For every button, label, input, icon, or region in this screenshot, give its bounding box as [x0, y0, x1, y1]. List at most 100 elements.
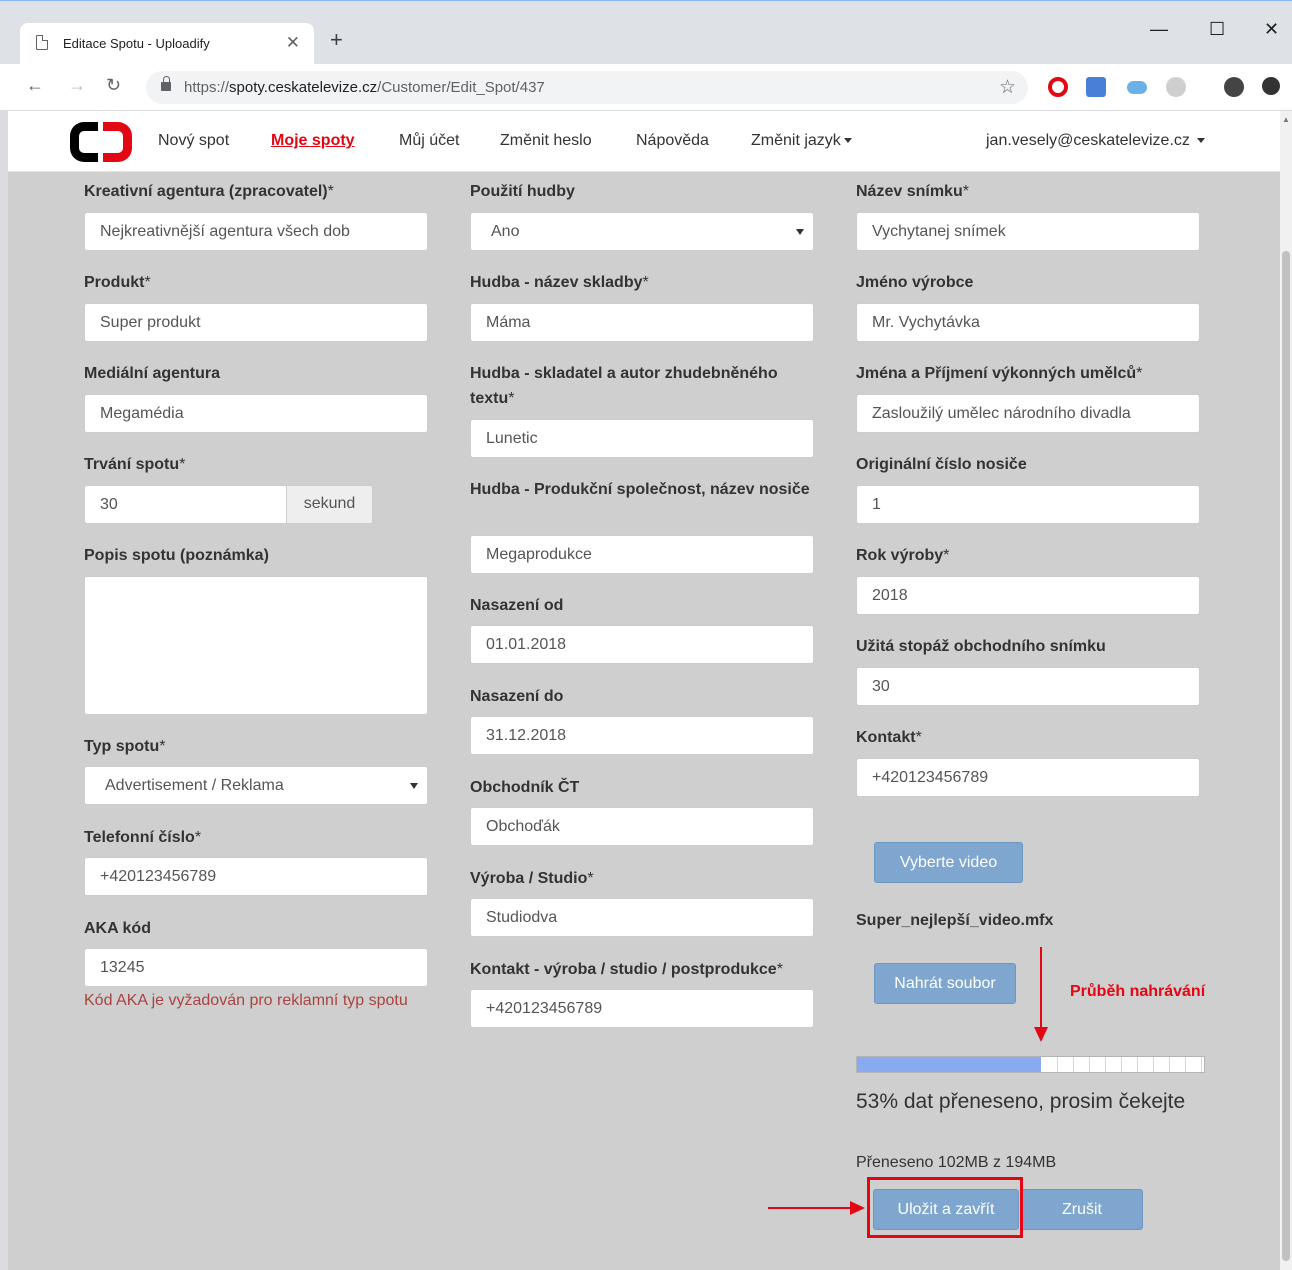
window-close-icon[interactable]: ✕: [1264, 19, 1279, 40]
music-title-input[interactable]: Máma: [470, 303, 814, 342]
new-tab-icon[interactable]: +: [330, 29, 343, 51]
bookmark-star-icon[interactable]: ☆: [999, 76, 1016, 99]
label-artists: Jména a Příjmení výkonných umělců*: [856, 365, 1143, 382]
maximize-icon[interactable]: ☐: [1209, 19, 1225, 40]
label-from: Nasazení od: [470, 597, 564, 614]
nav-language[interactable]: Změnit jazyk: [751, 132, 852, 150]
page-scrollbar[interactable]: ▲: [1280, 111, 1292, 1270]
label-creative-agency: Kreativní agentura (zpracovatel)*: [84, 183, 334, 200]
creative-agency-input[interactable]: Nejkreativnější agentura všech dob: [84, 212, 428, 251]
label-duration: Trvání spotu*: [84, 456, 186, 473]
select-arrow-icon: [410, 783, 418, 789]
lock-icon: [161, 76, 171, 91]
artists-input[interactable]: Zasloužilý umělec národního divadla: [856, 394, 1200, 433]
footage-input[interactable]: 30: [856, 667, 1200, 706]
tab-title: Editace Spotu - Uploadify: [63, 36, 210, 51]
browser-tab[interactable]: Editace Spotu - Uploadify ✕: [20, 23, 314, 65]
ct-logo[interactable]: [70, 122, 132, 162]
label-recording-name: Název snímku*: [856, 183, 969, 200]
upload-progress-bar: [856, 1056, 1205, 1073]
carrier-input[interactable]: 1: [856, 485, 1200, 524]
uploaded-filename: Super_nejlepší_video.mfx: [856, 912, 1054, 929]
translate-icon[interactable]: [1086, 77, 1106, 97]
date-from-input[interactable]: 01.01.2018: [470, 625, 814, 664]
select-video-button[interactable]: Vyberte video: [874, 842, 1023, 883]
caret-down-icon: [843, 138, 852, 144]
aka-input[interactable]: 13245: [84, 948, 428, 987]
label-trader: Obchodník ČT: [470, 779, 580, 796]
nav-change-password[interactable]: Změnit heslo: [500, 132, 592, 150]
upload-file-button[interactable]: Nahrát soubor: [874, 963, 1016, 1004]
label-music-title: Hudba - název skladby*: [470, 274, 649, 291]
progress-segment: [1105, 1057, 1106, 1072]
avatar[interactable]: [1224, 77, 1244, 97]
nav-user-menu[interactable]: jan.vesely@ceskatelevize.cz: [986, 132, 1205, 150]
label-spot-type: Typ spotu*: [84, 738, 166, 755]
label-music-composer: Hudba - skladatel a autor zhudebněného t…: [470, 365, 778, 407]
arrow-down-icon: [1034, 947, 1048, 1042]
label-footage: Užitá stopáž obchodního snímku: [856, 638, 1106, 655]
progress-segment: [1153, 1057, 1154, 1072]
studio-contact-input[interactable]: +420123456789: [470, 989, 814, 1028]
phone-input[interactable]: +420123456789: [84, 857, 428, 896]
nav-help[interactable]: Nápověda: [636, 132, 709, 150]
back-icon[interactable]: ←: [26, 75, 44, 96]
close-icon[interactable]: ✕: [286, 33, 300, 53]
scroll-thumb[interactable]: [1282, 251, 1290, 1261]
description-textarea[interactable]: [84, 576, 428, 715]
page: Nový spot Moje spoty Můj účet Změnit hes…: [8, 111, 1280, 1270]
music-company-input[interactable]: Megaprodukce: [470, 535, 814, 574]
address-bar[interactable]: https://spoty.ceskatelevize.cz/Customer/…: [146, 71, 1028, 104]
contact-input[interactable]: +420123456789: [856, 758, 1200, 797]
upload-progress-annotation: Průběh nahrávání: [1070, 983, 1206, 1000]
recording-name-input[interactable]: Vychytanej snímek: [856, 212, 1200, 251]
nav-my-spots[interactable]: Moje spoty: [271, 132, 355, 150]
label-year: Rok výroby*: [856, 547, 950, 564]
progress-segment: [1201, 1057, 1202, 1072]
browser-toolbar: ← → ↻ https://spoty.ceskatelevize.cz/Cus…: [0, 64, 1292, 111]
duration-unit: sekund: [286, 485, 373, 524]
transferred-text: Přeneseno 102MB z 194MB: [856, 1154, 1057, 1171]
music-composer-input[interactable]: Lunetic: [470, 419, 814, 458]
cancel-button[interactable]: Zrušit: [1021, 1189, 1143, 1230]
scroll-up-icon[interactable]: ▲: [1282, 115, 1290, 124]
duration-input[interactable]: 30: [84, 485, 287, 524]
reload-icon[interactable]: ↻: [106, 75, 121, 96]
progress-segment: [1073, 1057, 1074, 1072]
nav-my-account[interactable]: Můj účet: [399, 132, 459, 150]
url-text: https://spoty.ceskatelevize.cz/Customer/…: [184, 79, 545, 96]
save-highlight-frame: [867, 1177, 1023, 1238]
progress-fill: [857, 1057, 1041, 1072]
label-studio: Výroba / Studio*: [470, 870, 594, 887]
browser-tabstrip: Editace Spotu - Uploadify ✕ + — ☐ ✕: [0, 0, 1292, 65]
cloud-icon[interactable]: [1127, 81, 1147, 94]
progress-segment: [1089, 1057, 1090, 1072]
page-icon: [36, 35, 48, 50]
label-media-agency: Mediální agentura: [84, 365, 221, 382]
year-input[interactable]: 2018: [856, 576, 1200, 615]
arrow-right-icon: [768, 1201, 865, 1215]
site-navbar: Nový spot Moje spoty Můj účet Změnit hes…: [8, 111, 1280, 172]
spot-type-select[interactable]: Advertisement / Reklama: [84, 766, 428, 805]
studio-input[interactable]: Studiodva: [470, 898, 814, 937]
label-studio-contact: Kontakt - výroba / studio / postprodukce…: [470, 961, 783, 978]
producer-input[interactable]: Mr. Vychytávka: [856, 303, 1200, 342]
nav-new-spot[interactable]: Nový spot: [158, 132, 229, 150]
media-agency-input[interactable]: Megamédia: [84, 394, 428, 433]
label-product: Produkt*: [84, 274, 151, 291]
opera-icon[interactable]: [1048, 77, 1068, 97]
trader-input[interactable]: Obchoďák: [470, 807, 814, 846]
product-input[interactable]: Super produkt: [84, 303, 428, 342]
date-to-input[interactable]: 31.12.2018: [470, 716, 814, 755]
label-aka: AKA kód: [84, 920, 151, 937]
select-arrow-icon: [796, 229, 804, 235]
minimize-icon[interactable]: —: [1150, 19, 1168, 40]
label-carrier: Originální číslo nosiče: [856, 456, 1027, 473]
music-use-select[interactable]: Ano: [470, 212, 814, 251]
forward-icon[interactable]: →: [68, 75, 86, 96]
label-producer: Jméno výrobce: [856, 274, 974, 291]
menu-icon[interactable]: [1262, 77, 1280, 95]
label-phone: Telefonní číslo*: [84, 829, 202, 846]
extension-icon[interactable]: [1166, 77, 1186, 97]
progress-segment: [1137, 1057, 1138, 1072]
